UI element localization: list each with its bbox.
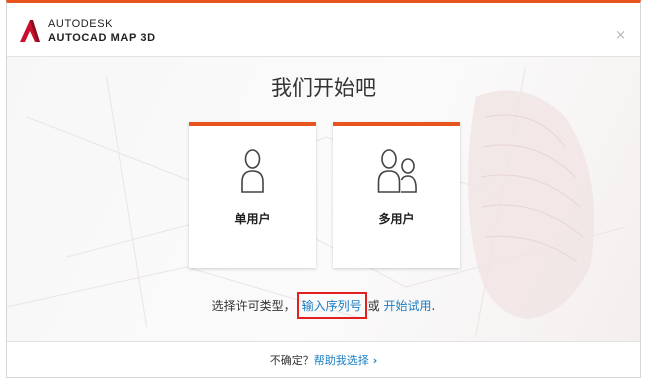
or-text: 或 — [367, 299, 380, 313]
period-text: . — [431, 299, 436, 313]
dialog-footer: 不确定？帮助我选择 › — [7, 341, 640, 377]
license-dialog: AUTODESK AUTOCAD MAP 3D × 我们开始吧 单用户 多用户 … — [6, 0, 641, 378]
single-user-card[interactable]: 单用户 — [189, 122, 316, 268]
multi-user-card[interactable]: 多用户 — [333, 122, 460, 268]
brand-name: AUTODESK — [48, 18, 114, 30]
single-user-label: 单用户 — [234, 212, 271, 226]
dialog-header: AUTODESK AUTOCAD MAP 3D × — [7, 3, 640, 57]
start-trial-link[interactable]: 开始试用 — [384, 299, 432, 313]
enter-serial-link[interactable]: 输入序列号 — [302, 299, 362, 313]
page-title: 我们开始吧 — [271, 76, 376, 100]
multi-user-label: 多用户 — [378, 212, 415, 226]
single-user-icon — [241, 149, 264, 193]
product-name: AUTOCAD MAP 3D — [48, 32, 156, 44]
help-me-choose-link[interactable]: 帮助我选择 — [314, 354, 369, 367]
not-sure-text: 不确定？ — [269, 354, 314, 367]
serial-highlight-box: 输入序列号 — [296, 292, 367, 319]
license-prompt-text: 选择许可类型， — [211, 299, 296, 313]
autodesk-logo-icon — [20, 20, 40, 42]
license-type-prompt: 选择许可类型， 输入序列号或 开始试用. — [7, 292, 640, 319]
close-icon[interactable]: × — [615, 29, 626, 42]
chevron-right-icon[interactable]: › — [373, 354, 378, 367]
main-content: 我们开始吧 单用户 多用户 选择许可类型， 输入序列号或 开始试用. — [7, 57, 640, 341]
multi-user-icon — [377, 149, 417, 193]
